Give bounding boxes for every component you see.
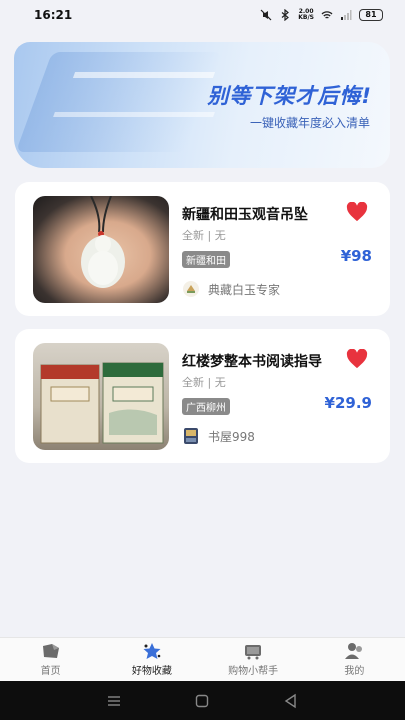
battery-icon: 81 <box>359 9 383 21</box>
seller-name: 典藏白玉专家 <box>208 282 281 297</box>
status-time: 16:21 <box>34 8 73 22</box>
product-image-books[interactable] <box>33 343 169 450</box>
tab-label: 购物小帮手 <box>228 666 279 677</box>
tab-label: 我的 <box>344 666 365 677</box>
mute-icon <box>260 9 272 21</box>
wifi-icon <box>321 11 333 19</box>
product-title[interactable]: 红楼梦整本书阅读指导 <box>182 351 334 371</box>
promo-banner[interactable]: 别等下架才后悔! 一键收藏年度必入清单 <box>14 42 390 168</box>
seller-avatar <box>184 428 198 444</box>
favorite-heart-icon[interactable] <box>346 349 368 369</box>
seller-name: 书屋998 <box>208 429 255 444</box>
product-condition: 全新 | 无 <box>182 229 226 242</box>
tab-label: 好物收藏 <box>131 666 172 677</box>
product-price: ¥98 <box>340 247 372 265</box>
speed-unit: KB/S <box>298 14 314 21</box>
bottom-tab-bar: 首页 好物收藏 购物小帮手 我的 <box>0 637 405 681</box>
jade-pendant-illustration <box>81 196 125 288</box>
banner-subtitle: 一键收藏年度必入清单 <box>249 116 370 130</box>
books-illustration <box>40 362 164 444</box>
seller-info[interactable]: 典藏白玉专家 <box>182 280 280 298</box>
tab-home[interactable]: 首页 <box>0 638 101 681</box>
product-price: ¥29.9 <box>324 394 372 412</box>
product-image-jade-pendant[interactable] <box>33 196 169 303</box>
banner-decoration-stripe <box>53 112 215 117</box>
tab-collection[interactable]: 好物收藏 <box>101 638 202 681</box>
network-speed: 2.00 KB/S <box>298 9 314 21</box>
status-bar: 16:21 2.00 KB/S 81 <box>0 0 405 30</box>
menu-icon[interactable] <box>106 693 122 709</box>
home-icon <box>42 644 59 658</box>
product-title[interactable]: 新疆和田玉观音吊坠 <box>182 204 334 224</box>
banner-decoration <box>15 52 223 152</box>
collection-icon <box>143 643 161 659</box>
product-condition: 全新 | 无 <box>182 376 226 389</box>
system-navigation-bar <box>0 681 405 720</box>
cart-helper-icon <box>245 645 262 660</box>
tab-shopping-helper[interactable]: 购物小帮手 <box>203 638 304 681</box>
bluetooth-icon <box>281 9 290 21</box>
favorite-item-card[interactable]: 红楼梦整本书阅读指导 全新 | 无 广西柳州 ¥29.9 书屋998 <box>15 329 390 463</box>
seller-avatar <box>183 281 199 297</box>
home-button-icon[interactable] <box>194 693 210 709</box>
favorite-heart-icon[interactable] <box>346 202 368 222</box>
tab-label: 首页 <box>40 666 61 677</box>
tab-profile[interactable]: 我的 <box>304 638 405 681</box>
profile-icon <box>345 643 363 659</box>
back-icon[interactable] <box>283 693 299 709</box>
status-icons: 2.00 KB/S 81 <box>260 9 383 21</box>
seller-info[interactable]: 书屋998 <box>182 427 255 445</box>
banner-decoration-stripe <box>72 72 216 78</box>
favorite-item-card[interactable]: 新疆和田玉观音吊坠 全新 | 无 新疆和田 ¥98 典藏白玉专家 <box>15 182 390 316</box>
location-tag: 新疆和田 <box>182 251 230 268</box>
banner-title: 别等下架才后悔! <box>207 84 372 108</box>
signal-icon <box>341 10 352 20</box>
location-tag: 广西柳州 <box>182 398 230 415</box>
